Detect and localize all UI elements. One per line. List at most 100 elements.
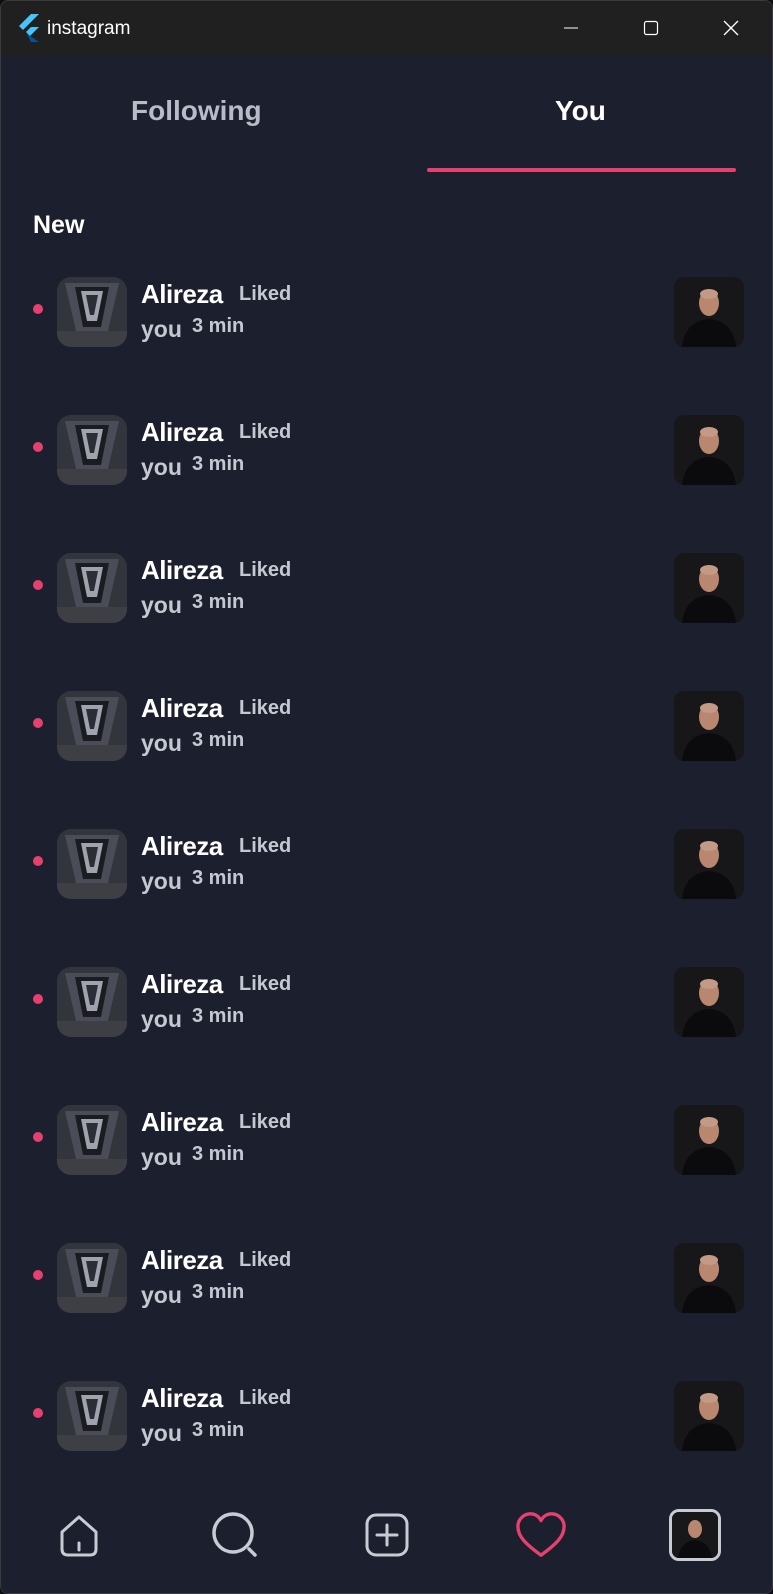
search-icon: [212, 1512, 257, 1557]
person-photo-icon: [674, 1243, 744, 1313]
nav-activity[interactable]: [515, 1509, 567, 1561]
notification-time: 3 min: [192, 315, 245, 337]
notification-item[interactable]: Alireza Liked you 3 min: [1, 547, 772, 687]
user-avatar[interactable]: [57, 553, 127, 623]
hallway-photo-icon: [57, 1381, 127, 1451]
section-title: New: [33, 211, 85, 239]
tab-you[interactable]: You: [555, 95, 606, 127]
post-thumbnail[interactable]: [674, 967, 744, 1037]
post-thumbnail[interactable]: [674, 415, 744, 485]
hallway-photo-icon: [57, 1105, 127, 1175]
notification-time: 3 min: [192, 867, 245, 889]
notification-item[interactable]: Alireza Liked you 3 min: [1, 961, 772, 1101]
window-title: instagram: [47, 18, 131, 39]
unread-dot: [33, 442, 43, 452]
minimize-icon: [564, 27, 578, 29]
notification-item[interactable]: Alireza Liked you 3 min: [1, 271, 772, 411]
user-avatar[interactable]: [57, 829, 127, 899]
notification-object: you: [141, 1144, 182, 1170]
unread-dot: [33, 1270, 43, 1280]
notification-action: Liked: [239, 697, 292, 719]
post-thumbnail[interactable]: [674, 829, 744, 899]
notification-time: 3 min: [192, 591, 245, 613]
person-photo-icon: [674, 1381, 744, 1451]
username[interactable]: Alireza: [141, 417, 223, 448]
hallway-photo-icon: [57, 277, 127, 347]
unread-dot: [33, 580, 43, 590]
notification-action: Liked: [239, 283, 292, 305]
person-photo-icon: [674, 829, 744, 899]
hallway-photo-icon: [57, 691, 127, 761]
notification-object: you: [141, 316, 182, 342]
username[interactable]: Alireza: [141, 555, 223, 586]
notification-item[interactable]: Alireza Liked you 3 min: [1, 409, 772, 549]
post-thumbnail[interactable]: [674, 691, 744, 761]
nav-search[interactable]: [209, 1509, 261, 1561]
person-photo-icon: [674, 1105, 744, 1175]
hallway-photo-icon: [57, 415, 127, 485]
user-avatar[interactable]: [57, 415, 127, 485]
post-thumbnail[interactable]: [674, 1105, 744, 1175]
notification-object: you: [141, 868, 182, 894]
notification-object: you: [141, 592, 182, 618]
notification-item[interactable]: Alireza Liked you 3 min: [1, 1099, 772, 1239]
heart-icon: [516, 1512, 566, 1557]
post-thumbnail[interactable]: [674, 1381, 744, 1451]
hallway-photo-icon: [57, 829, 127, 899]
activity-tabs: Following You: [1, 55, 772, 173]
profile-avatar: [669, 1509, 721, 1561]
notification-action: Liked: [239, 559, 292, 581]
username[interactable]: Alireza: [141, 1107, 223, 1138]
post-thumbnail[interactable]: [674, 553, 744, 623]
user-avatar[interactable]: [57, 967, 127, 1037]
nav-home[interactable]: [53, 1509, 105, 1561]
username[interactable]: Alireza: [141, 1245, 223, 1276]
home-icon: [60, 1515, 98, 1557]
person-photo-icon: [674, 967, 744, 1037]
notification-action: Liked: [239, 973, 292, 995]
username[interactable]: Alireza: [141, 693, 223, 724]
person-photo-icon: [674, 553, 744, 623]
add-post-icon: [365, 1513, 409, 1557]
title-bar: instagram: [1, 1, 772, 55]
post-thumbnail[interactable]: [674, 277, 744, 347]
username[interactable]: Alireza: [141, 831, 223, 862]
tab-following[interactable]: Following: [131, 95, 262, 127]
notification-object: you: [141, 1006, 182, 1032]
notification-item[interactable]: Alireza Liked you 3 min: [1, 823, 772, 963]
minimize-button[interactable]: [531, 1, 611, 55]
close-button[interactable]: [691, 1, 771, 55]
notification-time: 3 min: [192, 1005, 245, 1027]
nav-add-post[interactable]: [361, 1509, 413, 1561]
notification-item[interactable]: Alireza Liked you 3 min: [1, 1237, 772, 1377]
notification-time: 3 min: [192, 1281, 245, 1303]
person-photo-icon: [674, 415, 744, 485]
username[interactable]: Alireza: [141, 1383, 223, 1414]
notification-action: Liked: [239, 835, 292, 857]
user-avatar[interactable]: [57, 277, 127, 347]
hallway-photo-icon: [57, 967, 127, 1037]
close-icon: [723, 20, 739, 36]
user-avatar[interactable]: [57, 691, 127, 761]
username[interactable]: Alireza: [141, 969, 223, 1000]
notification-action: Liked: [239, 1249, 292, 1271]
person-photo-icon: [674, 277, 744, 347]
post-thumbnail[interactable]: [674, 1243, 744, 1313]
active-tab-indicator: [427, 168, 736, 172]
user-avatar[interactable]: [57, 1105, 127, 1175]
maximize-icon: [643, 20, 659, 36]
bottom-navigation: [1, 1489, 772, 1593]
app-window: instagram Following You New Alireza Liked…: [0, 0, 773, 1594]
user-avatar[interactable]: [57, 1243, 127, 1313]
notification-object: you: [141, 1282, 182, 1308]
notification-action: Liked: [239, 1111, 292, 1133]
maximize-button[interactable]: [611, 1, 691, 55]
notification-object: you: [141, 454, 182, 480]
user-avatar[interactable]: [57, 1381, 127, 1451]
nav-profile[interactable]: [669, 1509, 721, 1561]
notification-item[interactable]: Alireza Liked you 3 min: [1, 685, 772, 825]
username[interactable]: Alireza: [141, 279, 223, 310]
unread-dot: [33, 718, 43, 728]
notification-time: 3 min: [192, 1419, 245, 1441]
unread-dot: [33, 1132, 43, 1142]
